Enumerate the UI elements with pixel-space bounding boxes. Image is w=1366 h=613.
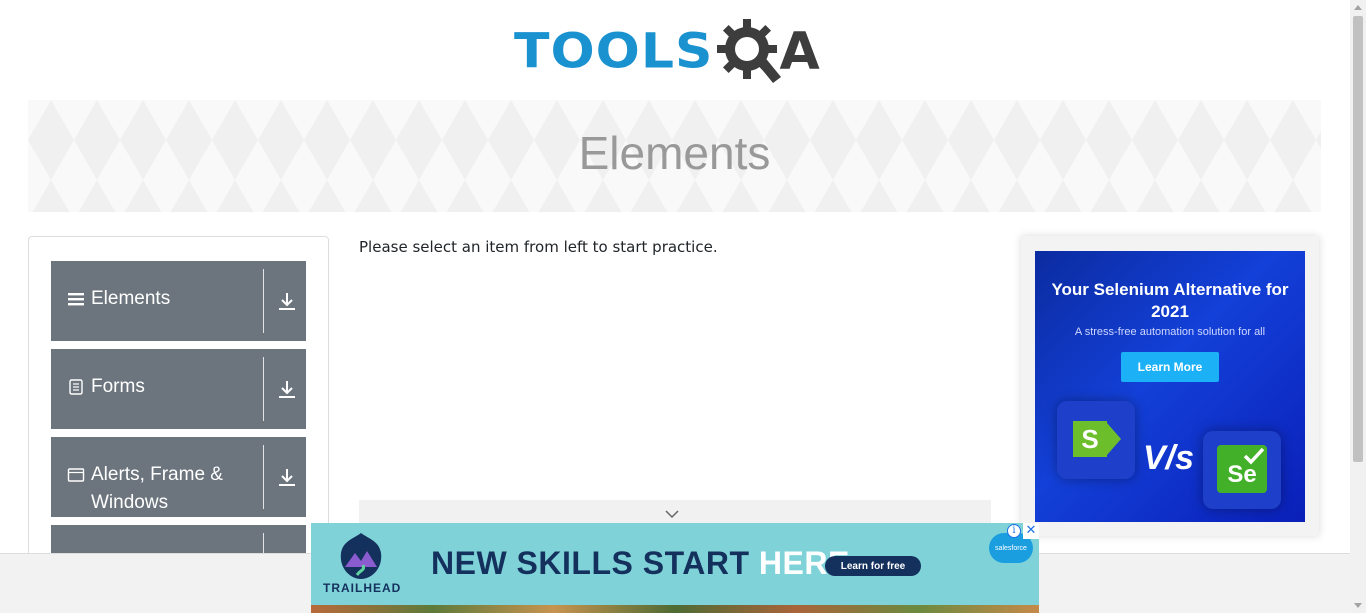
sidebar-group-label: Forms — [91, 376, 145, 397]
page-banner: Elements — [28, 100, 1321, 212]
sidebar-group-label: Elements — [91, 288, 171, 309]
browser-window-icon — [67, 468, 85, 482]
toolsqa-logo[interactable]: TOOLS A — [514, 14, 820, 90]
versus-text: V/s — [1143, 439, 1195, 477]
bottom-ad-headline: NEW SKILLS START HERE. — [431, 545, 860, 581]
sidebar-group-elements[interactable]: Elements — [51, 261, 306, 341]
divider — [263, 445, 264, 509]
learn-more-button[interactable]: Learn More — [1121, 352, 1219, 382]
ad-subtext: A stress-free automation solution for al… — [1074, 326, 1266, 338]
divider — [263, 357, 264, 421]
scroll-down-arrow-icon[interactable] — [1354, 603, 1362, 608]
left-panel: Elements Forms Alerts, Frame & Windows — [28, 236, 329, 605]
download-arrow-icon[interactable] — [277, 291, 297, 313]
decorative-foliage — [311, 605, 1039, 613]
katalon-logo-icon: S — [1057, 401, 1135, 479]
selenium-alternative-ad[interactable]: Your Selenium Alternative for 2021 A str… — [1035, 251, 1305, 522]
hamburger-icon — [68, 293, 84, 306]
ad-close-icon[interactable]: ✕ — [1023, 523, 1039, 539]
sidebar-group-forms[interactable]: Forms — [51, 349, 306, 429]
collapsed-panel — [359, 500, 991, 523]
document-icon — [69, 379, 83, 395]
trailhead-brand-text: TRAILHEAD — [323, 581, 402, 595]
logo-text-a: A — [779, 22, 820, 82]
logo-text-tools: TOOLS — [514, 24, 714, 80]
site-header: TOOLS A — [0, 0, 1350, 100]
learn-for-free-button[interactable]: Learn for free — [825, 556, 921, 576]
scroll-up-arrow-icon[interactable] — [1354, 5, 1362, 10]
page-title: Elements — [578, 127, 771, 179]
ad-info-icon[interactable]: i — [1007, 524, 1021, 538]
trailhead-banner-ad[interactable]: TRAILHEAD NEW SKILLS START HERE. Learn f… — [311, 523, 1039, 613]
right-ad-container: Your Selenium Alternative for 2021 A str… — [1021, 236, 1319, 536]
chevron-down-icon[interactable] — [665, 510, 679, 519]
sidebar-group-label: Alerts, Frame & Windows — [91, 464, 223, 513]
checkmark-icon — [1243, 447, 1265, 465]
trailhead-logo-icon — [340, 533, 382, 579]
instruction-text: Please select an item from left to start… — [359, 238, 718, 256]
gear-magnifier-q-icon — [717, 19, 782, 83]
vertical-scrollbar[interactable] — [1350, 0, 1366, 613]
download-arrow-icon[interactable] — [277, 379, 297, 401]
selenium-logo-icon: Se — [1203, 431, 1281, 509]
scrollbar-thumb[interactable] — [1353, 16, 1363, 462]
sidebar-group-alerts-frame-windows[interactable]: Alerts, Frame & Windows — [51, 437, 306, 517]
ad-headline: Your Selenium Alternative for 2021 — [1051, 280, 1289, 321]
divider — [263, 269, 264, 333]
download-arrow-icon[interactable] — [277, 467, 297, 489]
